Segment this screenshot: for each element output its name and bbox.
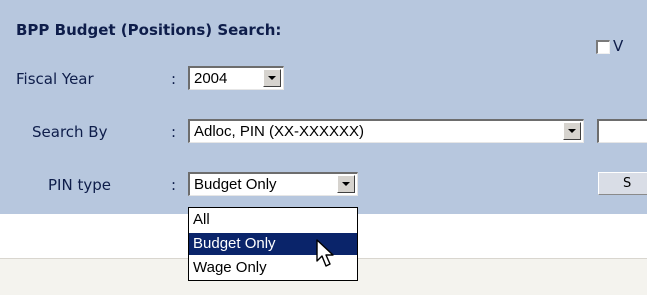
search-by-colon: : [171, 123, 177, 141]
dropdown-arrow-icon[interactable] [263, 69, 281, 87]
pin-type-option-all[interactable]: All [189, 209, 357, 231]
search-button-label: S [623, 176, 632, 191]
search-button[interactable]: S [598, 172, 647, 195]
pin-type-select[interactable]: Budget Only [188, 172, 358, 196]
dropdown-arrow-icon[interactable] [563, 122, 581, 140]
fiscal-year-value: 2004 [194, 70, 228, 87]
pin-type-colon: : [171, 176, 177, 194]
page-title: BPP Budget (Positions) Search: [16, 21, 282, 39]
search-value-input[interactable] [597, 119, 647, 143]
dropdown-arrow-icon[interactable] [337, 175, 355, 193]
search-by-value: Adloc, PIN (XX-XXXXXX) [194, 123, 365, 140]
search-by-select[interactable]: Adloc, PIN (XX-XXXXXX) [188, 119, 584, 143]
fiscal-year-label: Fiscal Year [16, 70, 94, 88]
fiscal-year-colon: : [171, 70, 177, 88]
option-checkbox[interactable] [596, 40, 610, 54]
fiscal-year-select[interactable]: 2004 [188, 66, 284, 90]
mouse-pointer-icon [316, 239, 334, 267]
search-by-label: Search By [32, 123, 108, 141]
pin-type-value: Budget Only [194, 176, 277, 193]
search-panel: BPP Budget (Positions) Search: Fiscal Ye… [0, 0, 647, 214]
pin-type-label: PIN type [48, 176, 111, 194]
checkbox-label: V [613, 37, 624, 55]
